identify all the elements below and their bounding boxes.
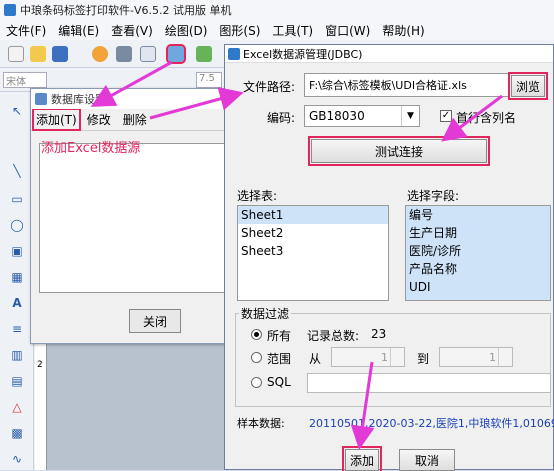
browse-button[interactable]: 浏览 [508,72,548,100]
test-connection-button[interactable]: 测试连接 [308,136,490,166]
field-item[interactable]: 医院/诊所 [406,242,550,260]
font-select[interactable]: 宋体 [3,72,47,88]
database-settings-icon[interactable] [196,46,212,62]
cancel-button[interactable]: 取消 [399,449,455,471]
table-item[interactable]: Sheet3 [238,242,388,260]
menu-bar: 文件(F) 编辑(E) 查看(V) 绘图(D) 图形(S) 工具(T) 窗口(W… [0,20,554,40]
path-label: 文件路径: [243,80,296,94]
filter-sql-label: SQL [267,375,291,389]
database-settings-dialog: 数据库设置 添加(T) 修改 删除 添加Excel数据源 关闭 [30,88,240,344]
ruler-mark: 2 [37,360,43,370]
fields-label: 选择字段: [407,189,460,203]
preview-icon[interactable] [140,46,156,62]
text-icon[interactable]: A [8,294,26,312]
encoding-label: 编码: [267,111,296,125]
tables-label: 选择表: [237,189,278,203]
table-list[interactable]: Sheet1 Sheet2 Sheet3 [237,205,389,301]
table-item[interactable]: Sheet1 [238,206,388,224]
sql-input[interactable] [307,373,551,393]
rich-text-icon[interactable]: ≡ [8,320,26,338]
grid-icon[interactable]: ▩ [8,424,26,442]
app-icon [4,4,16,16]
close-button[interactable]: 关闭 [129,309,181,333]
range-to-label: 到 [417,352,430,366]
file-path-field[interactable]: F:\综合\标签模板\UDI合格证.xls [304,73,510,97]
db-dialog-title: 数据库设置 [51,93,106,106]
menu-edit[interactable]: 编辑(E) [52,22,105,39]
db-delete-menu[interactable]: 删除 [117,111,153,128]
encoding-value: GB18030 [309,109,365,123]
filter-all-radio[interactable] [251,329,262,340]
filter-range-label: 范围 [267,352,292,366]
image-icon[interactable]: ▣ [8,242,26,260]
range-from-label: 从 [309,352,322,366]
db-edit-menu[interactable]: 修改 [81,111,117,128]
menu-help[interactable]: 帮助(H) [376,22,430,39]
database-icon[interactable] [166,44,186,64]
range-to-spinner[interactable]: 1 [439,347,513,367]
record-count-value: 23 [371,327,387,341]
save-icon[interactable] [52,46,68,62]
menu-shape[interactable]: 图形(S) [213,22,266,39]
menu-draw[interactable]: 绘图(D) [159,22,214,39]
new-icon[interactable] [8,46,24,62]
sample-label: 样本数据: [237,417,285,430]
excel-datasource-dialog: Excel数据源管理(JDBC) 文件路径: F:\综合\标签模板\UDI合格证… [224,44,554,471]
table-item[interactable]: Sheet2 [238,224,388,242]
curve-icon[interactable]: ∿ [8,450,26,468]
filter-group-title: 数据过滤 [239,305,292,322]
field-item[interactable]: 编号 [406,206,550,224]
annotation-text: 添加Excel数据源 [41,141,141,156]
vertical-ruler: 2 [35,330,47,470]
dropdown-arrow-icon[interactable]: ▼ [401,106,419,126]
add-button[interactable]: 添加 [342,446,382,471]
qrcode-icon[interactable]: ▤ [8,372,26,390]
db-dialog-menu: 添加(T) 修改 删除 [31,108,239,131]
filter-sql-radio[interactable] [251,377,262,388]
picture-icon[interactable]: ▦ [8,268,26,286]
excel-dialog-titlebar: Excel数据源管理(JDBC) [225,45,553,63]
menu-view[interactable]: 查看(V) [105,22,159,39]
line-icon[interactable]: ╲ [8,162,26,180]
excel-dialog-title: Excel数据源管理(JDBC) [243,47,363,61]
db-source-list[interactable] [39,143,231,293]
app-title: 中琅条码标签打印软件-V6.5.2 试用版 单机 [20,4,232,17]
print-icon[interactable] [116,46,132,62]
app-window: 中琅条码标签打印软件-V6.5.2 试用版 单机 文件(F) 编辑(E) 查看(… [0,0,554,471]
title-bar: 中琅条码标签打印软件-V6.5.2 试用版 单机 [0,0,554,20]
menu-file[interactable]: 文件(F) [0,22,52,39]
pointer-icon[interactable]: ↖ [8,102,26,120]
field-item[interactable]: 生产日期 [406,224,550,242]
field-item[interactable]: 产品名称 [406,260,550,278]
filter-all-label: 所有 [267,329,292,343]
excel-dialog-icon [228,48,240,60]
sample-data: 20110501,2020-03-22,医院1,中琅软件1,01069 [309,417,554,430]
barcode-icon[interactable]: ▥ [8,346,26,364]
db-dialog-icon [35,93,47,105]
header-row-checkbox[interactable]: ✓ [440,110,452,122]
range-from-spinner[interactable]: 1 [331,347,405,367]
rectangle-icon[interactable]: ▭ [8,190,26,208]
db-add-menu[interactable]: 添加(T) [32,108,81,131]
encoding-select[interactable]: GB18030 ▼ [304,105,420,127]
ellipse-icon[interactable]: ◯ [8,216,26,234]
left-toolbox: ↖ ╲ ▭ ◯ ▣ ▦ A ≡ ▥ ▤ △ ▩ ∿ [0,92,34,470]
header-row-label: 首行含列名 [456,111,517,125]
field-list[interactable]: 编号 生产日期 医院/诊所 产品名称 UDI [405,205,551,301]
record-count-label: 记录总数: [307,329,360,343]
db-dialog-titlebar: 数据库设置 [31,89,239,109]
menu-tools[interactable]: 工具(T) [266,22,319,39]
font-size-select[interactable]: 7.5 [196,72,222,88]
open-icon[interactable] [30,46,46,62]
shape-icon[interactable]: △ [8,398,26,416]
menu-window[interactable]: 窗口(W) [319,22,376,39]
settings-icon[interactable] [92,46,108,62]
field-item[interactable]: UDI [406,278,550,296]
filter-range-radio[interactable] [251,352,262,363]
